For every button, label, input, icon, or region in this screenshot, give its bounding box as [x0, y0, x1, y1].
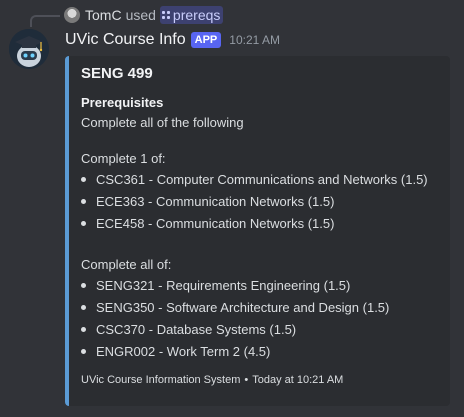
- list-item-text: CSC361 - Computer Communications and Net…: [96, 172, 428, 187]
- group-label: Complete 1 of:: [81, 151, 166, 166]
- list-item: ECE363 - Communication Networks (1.5): [81, 194, 334, 209]
- list-item-text: CSC370 - Database Systems (1.5): [96, 322, 297, 337]
- bot-avatar[interactable]: [9, 29, 49, 69]
- embed-title: SENG 499: [81, 65, 153, 82]
- list-item: SENG321 - Requirements Engineering (1.5): [81, 278, 350, 293]
- list-item: SENG350 - Software Architecture and Desi…: [81, 300, 389, 315]
- bullet: [81, 327, 86, 332]
- list-item-text: ECE363 - Communication Networks (1.5): [96, 194, 335, 209]
- bullet: [81, 283, 86, 288]
- reply-username[interactable]: TomC: [85, 7, 122, 23]
- bullet: [81, 199, 86, 204]
- list-item-text: SENG321 - Requirements Engineering (1.5): [96, 278, 351, 293]
- message-header: UVic Course Info APP 10:21 AM: [65, 29, 280, 51]
- bullet: [81, 349, 86, 354]
- slash-command-name: prereqs: [172, 7, 221, 23]
- bullet: [81, 305, 86, 310]
- bot-username[interactable]: UVic Course Info: [65, 31, 186, 49]
- app-command-icon: [161, 11, 170, 19]
- embed-footer: UVic Course Information System • Today at …: [81, 374, 343, 386]
- reply-connector-line: [30, 15, 60, 27]
- group-label: Complete all of:: [81, 257, 172, 272]
- message-timestamp[interactable]: 10:21 AM: [229, 33, 280, 47]
- footer-time: Today at 10:21 AM: [252, 374, 344, 386]
- list-item-text: ECE458 - Communication Networks (1.5): [96, 216, 335, 231]
- list-item: CSC361 - Computer Communications and Net…: [81, 172, 428, 187]
- prerequisites-heading: Prerequisites: [81, 95, 164, 110]
- list-item: CSC370 - Database Systems (1.5): [81, 322, 296, 337]
- footer-source: UVic Course Information System: [81, 374, 241, 386]
- slash-command-mention[interactable]: prereqs: [159, 6, 224, 24]
- list-item: ENGR002 - Work Term 2 (4.5): [81, 344, 270, 359]
- course-embed: SENG 499 Prerequisites Complete all of t…: [65, 56, 450, 406]
- list-item: ECE458 - Communication Networks (1.5): [81, 216, 334, 231]
- footer-separator: •: [244, 374, 249, 386]
- reply-used-text: used: [125, 7, 156, 23]
- command-reply-reference[interactable]: TomC used prereqs: [64, 5, 224, 25]
- prerequisites-intro: Complete all of the following: [81, 115, 244, 130]
- reply-user-avatar[interactable]: [64, 7, 80, 23]
- bullet: [81, 221, 86, 226]
- bullet: [81, 177, 86, 182]
- list-item-text: SENG350 - Software Architecture and Desi…: [96, 300, 390, 315]
- list-item-text: ENGR002 - Work Term 2 (4.5): [96, 344, 271, 359]
- graduate-robot-icon: [9, 29, 49, 69]
- app-badge: APP: [190, 32, 222, 48]
